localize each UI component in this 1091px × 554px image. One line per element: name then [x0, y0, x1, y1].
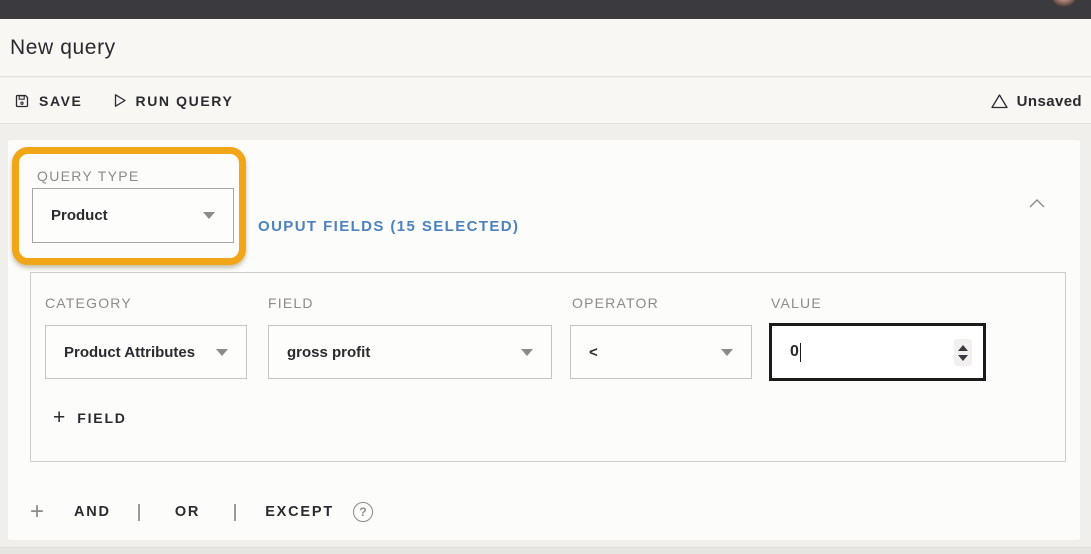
status-label: Unsaved — [1016, 92, 1082, 110]
field-select[interactable]: gross profit — [268, 325, 552, 379]
operator-label: OPERATOR — [572, 295, 659, 311]
run-query-button[interactable]: RUN QUERY — [113, 93, 234, 109]
operator-selected-value: < — [589, 343, 598, 361]
filter-group: CATEGORY FIELD OPERATOR VALUE Product At… — [30, 272, 1066, 462]
logic-operator-row: + AND OR EXCEPT ? — [30, 500, 374, 524]
collapse-section-button[interactable] — [1026, 194, 1048, 212]
save-icon — [14, 93, 30, 109]
caret-down-icon — [721, 348, 733, 356]
stepper-up-icon[interactable] — [958, 344, 968, 351]
query-type-label: QUERY TYPE — [37, 168, 140, 184]
operator-select[interactable]: < — [570, 325, 752, 379]
plus-icon: + — [53, 406, 66, 429]
value-label: VALUE — [771, 295, 822, 311]
query-toolbar: SAVE RUN QUERY Unsaved — [0, 78, 1091, 124]
separator — [234, 503, 237, 521]
top-chrome-bar — [0, 0, 1091, 19]
field-label: FIELD — [268, 295, 314, 311]
query-type-highlight-annotation: QUERY TYPE Product — [12, 147, 246, 265]
value-input-text: 0 — [790, 343, 799, 360]
run-query-button-label: RUN QUERY — [135, 92, 234, 109]
caret-down-icon — [521, 348, 533, 356]
next-card-edge — [0, 547, 1091, 554]
chevron-up-icon — [1028, 198, 1046, 209]
and-button[interactable]: AND — [74, 504, 111, 520]
warning-triangle-icon — [990, 93, 1009, 110]
save-button-label: SAVE — [39, 92, 83, 109]
save-button[interactable]: SAVE — [14, 93, 83, 109]
add-field-button-label: FIELD — [77, 410, 127, 426]
user-avatar[interactable] — [1051, 0, 1077, 7]
or-button[interactable]: OR — [175, 504, 200, 520]
except-button[interactable]: EXCEPT — [265, 504, 334, 520]
page-title: New query — [10, 35, 116, 59]
help-icon[interactable]: ? — [353, 502, 374, 522]
status-badge: Unsaved — [990, 78, 1082, 124]
text-cursor — [799, 342, 801, 362]
play-icon — [113, 93, 127, 108]
query-builder-card: QUERY TYPE Product OUPUT FIELDS (15 SELE… — [8, 140, 1080, 540]
category-select[interactable]: Product Attributes — [45, 325, 247, 379]
query-type-selected-value: Product — [51, 207, 108, 224]
title-bar: New query — [0, 19, 1091, 77]
category-label: CATEGORY — [45, 295, 132, 311]
add-field-button[interactable]: + FIELD — [53, 406, 127, 429]
separator — [137, 503, 140, 521]
value-input[interactable]: 0 — [769, 323, 986, 381]
stepper-down-icon[interactable] — [958, 354, 968, 361]
category-selected-value: Product Attributes — [64, 343, 196, 361]
query-type-select[interactable]: Product — [32, 188, 234, 243]
output-fields-link[interactable]: OUPUT FIELDS (15 SELECTED) — [258, 218, 519, 235]
caret-down-icon — [216, 348, 228, 356]
number-stepper[interactable] — [954, 339, 972, 366]
add-condition-plus-icon[interactable]: + — [30, 500, 44, 524]
field-selected-value: gross profit — [287, 343, 371, 361]
caret-down-icon — [203, 212, 215, 219]
